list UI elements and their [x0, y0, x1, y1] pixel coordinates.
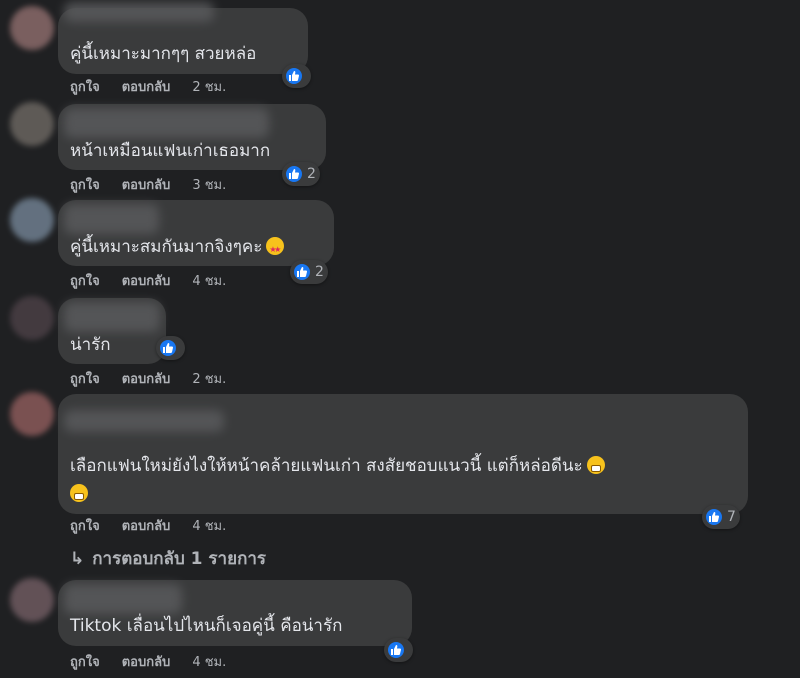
reply-link[interactable]: ตอบกลับ	[122, 273, 171, 291]
comment-text: หน้าเหมือนแฟนเก่าเธอมาก	[70, 141, 271, 161]
thumbs-up-icon	[704, 507, 724, 527]
comment-text-content: คู่นี้เหมาะสมกันมากจิงๆคะ	[70, 237, 263, 257]
comment-author-blurred[interactable]	[64, 2, 214, 22]
reaction-count: 2	[315, 264, 324, 280]
timestamp[interactable]: 4 ชม.	[192, 273, 226, 291]
reaction-count: 2	[307, 166, 316, 182]
reaction-summary[interactable]: 2	[282, 162, 320, 186]
view-replies-link[interactable]: ↳ การตอบกลับ 1 รายการ	[70, 545, 266, 572]
like-link[interactable]: ถูกใจ	[70, 371, 100, 389]
comment-author-blurred[interactable]	[64, 302, 160, 332]
avatar[interactable]	[10, 198, 54, 242]
timestamp[interactable]: 2 ชม.	[192, 371, 226, 389]
comment-text: คู่นี้เหมาะมากๆๆ สวยหล่อ	[70, 44, 257, 64]
reply-arrow-icon: ↳	[70, 549, 85, 569]
comment-actions: ถูกใจ ตอบกลับ 4 ชม.	[70, 654, 226, 672]
timestamp[interactable]: 4 ชม.	[192, 654, 226, 672]
like-link[interactable]: ถูกใจ	[70, 177, 100, 195]
comment-text: คู่นี้เหมาะสมกันมากจิงๆคะ	[70, 235, 285, 262]
thumbs-up-icon	[292, 262, 312, 282]
timestamp[interactable]: 3 ชม.	[192, 177, 226, 195]
comment-actions: ถูกใจ ตอบกลับ 4 ชม.	[70, 273, 226, 291]
reply-link[interactable]: ตอบกลับ	[122, 654, 171, 672]
comment-actions: ถูกใจ ตอบกลับ 4 ชม.	[70, 518, 226, 536]
comment-text: น่ารัก	[70, 335, 111, 355]
comment-author-blurred[interactable]	[64, 108, 269, 138]
grimacing-emoji-icon	[586, 456, 605, 474]
avatar[interactable]	[10, 578, 54, 622]
avatar[interactable]	[10, 6, 54, 50]
reply-link[interactable]: ตอบกลับ	[122, 518, 171, 536]
comment-actions: ถูกใจ ตอบกลับ 2 ชม.	[70, 371, 226, 389]
comment-text-line2	[66, 482, 88, 506]
reaction-count: 7	[727, 509, 736, 525]
comments-panel: คู่นี้เหมาะมากๆๆ สวยหล่อ ถูกใจ ตอบกลับ 2…	[0, 0, 800, 678]
reply-link[interactable]: ตอบกลับ	[122, 177, 171, 195]
comment-author-blurred[interactable]	[64, 584, 182, 614]
comment-text: Tiktok เลื่อนไปไหนก็เจอคู่นี้ คือน่ารัก	[70, 616, 343, 636]
reaction-summary[interactable]	[156, 336, 185, 360]
comment-author-blurred[interactable]	[64, 204, 159, 234]
thumbs-up-icon	[284, 164, 304, 184]
avatar[interactable]	[10, 392, 54, 436]
avatar[interactable]	[10, 102, 54, 146]
thumbs-up-icon	[284, 66, 304, 86]
thumbs-up-icon	[386, 640, 406, 660]
reply-link[interactable]: ตอบกลับ	[122, 79, 171, 97]
replies-label: การตอบกลับ 1 รายการ	[92, 549, 267, 569]
comment-author-blurred[interactable]	[64, 410, 224, 432]
reaction-summary[interactable]: 7	[702, 505, 740, 529]
grimacing-emoji-icon	[70, 484, 88, 502]
timestamp[interactable]: 4 ชม.	[192, 518, 226, 536]
comment-text: เลือกแฟนใหม่ยังไงให้หน้าคล้ายแฟนเก่า สงส…	[70, 454, 605, 478]
timestamp[interactable]: 2 ชม.	[192, 79, 226, 97]
comment-text-content: เลือกแฟนใหม่ยังไงให้หน้าคล้ายแฟนเก่า สงส…	[70, 456, 583, 476]
like-link[interactable]: ถูกใจ	[70, 79, 100, 97]
thumbs-up-icon	[158, 338, 178, 358]
reaction-summary[interactable]: 2	[290, 260, 328, 284]
star-struck-emoji-icon	[266, 237, 285, 262]
reply-link[interactable]: ตอบกลับ	[122, 371, 171, 389]
like-link[interactable]: ถูกใจ	[70, 518, 100, 536]
comment-actions: ถูกใจ ตอบกลับ 2 ชม.	[70, 79, 226, 97]
reaction-summary[interactable]	[282, 64, 311, 88]
like-link[interactable]: ถูกใจ	[70, 654, 100, 672]
reaction-summary[interactable]	[384, 638, 413, 662]
avatar[interactable]	[10, 296, 54, 340]
comment-actions: ถูกใจ ตอบกลับ 3 ชม.	[70, 177, 226, 195]
like-link[interactable]: ถูกใจ	[70, 273, 100, 291]
